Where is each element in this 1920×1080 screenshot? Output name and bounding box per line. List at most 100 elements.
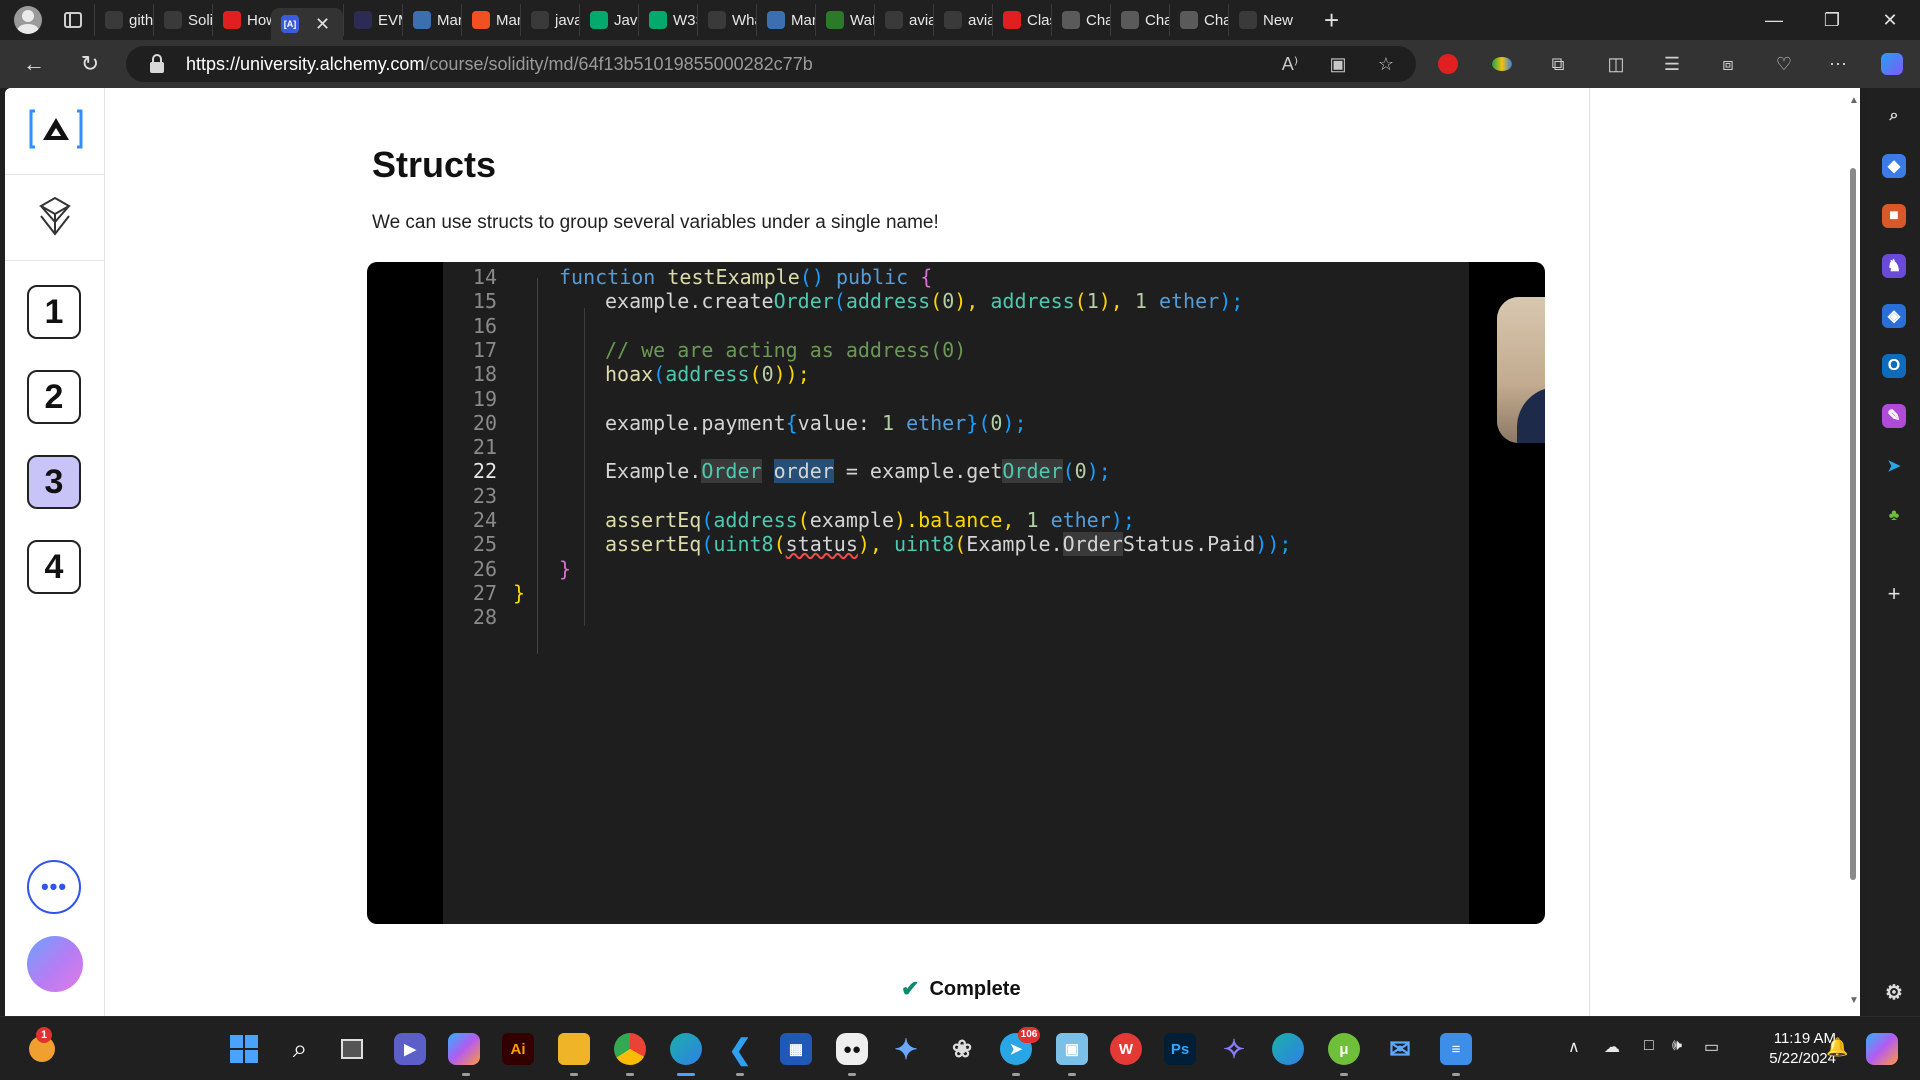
browser-tab[interactable]: Marp <box>461 4 520 36</box>
copilot-taskbar-icon[interactable] <box>448 1033 480 1065</box>
workspaces-icon[interactable] <box>64 12 82 28</box>
task-view-icon[interactable] <box>336 1033 368 1065</box>
app-available-icon[interactable]: ▣ <box>1326 52 1350 76</box>
edge-beta-icon[interactable] <box>1272 1033 1304 1065</box>
gemini-icon[interactable]: ✧ <box>1218 1033 1250 1065</box>
browser-tab[interactable]: Java <box>579 4 638 36</box>
address-bar[interactable]: https://university.alchemy.com/course/so… <box>126 46 1416 82</box>
sidebar-settings-icon[interactable]: ⚙ <box>1882 980 1906 1004</box>
edge-icon[interactable] <box>670 1033 702 1065</box>
browser-tab[interactable]: Solid <box>153 4 212 36</box>
ethereum-hex-icon[interactable] <box>39 196 71 236</box>
browser-tab[interactable]: githu <box>94 4 153 36</box>
close-window-icon[interactable]: ✕ <box>1862 0 1918 40</box>
browser-tab[interactable]: Marp <box>756 4 815 36</box>
browser-tab[interactable]: Marp <box>402 4 461 36</box>
minimize-icon[interactable]: — <box>1746 0 1802 40</box>
browser-tab[interactable]: EVM <box>343 4 402 36</box>
scrollbar-thumb[interactable] <box>1850 168 1856 880</box>
step-4-button[interactable]: 4 <box>27 540 81 594</box>
scroll-down-arrow[interactable]: ▼ <box>1849 996 1859 1006</box>
chevron-up-icon[interactable]: ∧ <box>1568 1037 1580 1057</box>
games-icon[interactable]: ♞ <box>1882 254 1906 278</box>
alchemy-logo[interactable] <box>29 108 83 150</box>
browser-tab[interactable]: [A] ✕ <box>271 8 343 40</box>
add-sidebar-app-icon[interactable]: + <box>1882 581 1906 606</box>
extension-colorful-icon[interactable] <box>1490 52 1514 76</box>
browser-tab[interactable]: javas <box>520 4 579 36</box>
more-options-button[interactable]: ••• <box>27 860 81 914</box>
volume-icon[interactable]: 🕪 <box>1672 1037 1682 1055</box>
close-tab-icon[interactable]: ✕ <box>315 14 330 35</box>
adblock-extension-icon[interactable] <box>1436 52 1460 76</box>
browser-tab[interactable]: Wat <box>815 4 874 36</box>
read-aloud-icon[interactable]: A⁾ <box>1278 52 1302 76</box>
onedrive-cloud-icon[interactable]: ☁ <box>1604 1037 1620 1057</box>
notepad-icon[interactable]: ≡ <box>1440 1033 1472 1065</box>
snipping-tool-icon[interactable]: ▣ <box>1056 1033 1088 1065</box>
browser-tab[interactable]: Chat <box>1110 4 1169 36</box>
step-3-button[interactable]: 3 <box>27 455 81 509</box>
browser-tab[interactable]: Wha <box>697 4 756 36</box>
toolbox-icon[interactable]: ■ <box>1882 204 1906 228</box>
browser-tab[interactable]: Chat <box>1051 4 1110 36</box>
browser-tab[interactable]: aviat <box>874 4 933 36</box>
copilot-icon[interactable] <box>1880 52 1904 76</box>
system-clock[interactable]: 11:19 AM 5/22/2024 <box>1736 1029 1836 1069</box>
copilot-pre-icon[interactable] <box>1866 1033 1898 1065</box>
url-text[interactable]: https://university.alchemy.com/course/so… <box>186 54 813 75</box>
network-icon[interactable]: □ <box>1644 1037 1654 1055</box>
illustrator-icon[interactable]: Ai <box>502 1033 534 1065</box>
shopping-tag-icon[interactable]: ◆ <box>1882 154 1906 178</box>
browser-tab[interactable]: aviat <box>933 4 992 36</box>
search-icon[interactable]: ⌕ <box>1882 104 1906 128</box>
favorite-star-icon[interactable]: ☆ <box>1374 52 1398 76</box>
new-tab-button[interactable]: + <box>1324 5 1339 36</box>
refresh-icon[interactable]: ↻ <box>70 44 110 84</box>
tree-icon[interactable]: ♣ <box>1882 504 1906 528</box>
file-explorer-icon[interactable] <box>558 1033 590 1065</box>
battery-icon[interactable]: ▭ <box>1704 1037 1719 1057</box>
browser-tab[interactable]: Chat <box>1169 4 1228 36</box>
sparkle-ai-icon[interactable]: ✦ <box>890 1033 922 1065</box>
search-icon[interactable]: ⌕ <box>284 1033 316 1065</box>
outlook-icon[interactable]: O <box>1882 354 1906 378</box>
telegram-icon[interactable]: ➤ 106 <box>1000 1027 1040 1065</box>
settings-more-icon[interactable]: ⋯ <box>1826 52 1850 76</box>
photoshop-icon[interactable]: Ps <box>1164 1033 1196 1065</box>
browser-tab[interactable]: Clas <box>992 4 1051 36</box>
chrome-icon[interactable] <box>614 1033 646 1065</box>
start-windows-icon[interactable] <box>228 1033 260 1065</box>
step-2-button[interactable]: 2 <box>27 370 81 424</box>
extensions-icon[interactable]: ⧉ <box>1546 52 1570 76</box>
profile-icon[interactable] <box>14 6 42 34</box>
scroll-up-arrow[interactable]: ▲ <box>1849 96 1859 106</box>
collections-icon[interactable]: ⧈ <box>1716 52 1740 76</box>
back-icon[interactable]: ← <box>14 44 54 84</box>
wps-office-icon[interactable]: W <box>1110 1033 1142 1065</box>
split-screen-icon[interactable]: ◫ <box>1604 52 1628 76</box>
browser-tab[interactable]: How <box>212 4 271 36</box>
browser-tab[interactable]: New <box>1228 4 1308 36</box>
restore-icon[interactable]: ❐ <box>1804 0 1860 40</box>
designer-icon[interactable]: ✎ <box>1882 404 1906 428</box>
lock-icon[interactable] <box>150 53 164 73</box>
weather-widget-icon[interactable]: 1 <box>26 1027 58 1065</box>
user-avatar[interactable] <box>27 936 83 992</box>
teams-meet-icon[interactable]: ▶ <box>394 1033 426 1065</box>
favorites-icon[interactable]: ☰ <box>1660 52 1684 76</box>
mail-icon[interactable]: ✉ <box>1384 1033 1416 1065</box>
copilot-app-icon[interactable]: ◈ <box>1882 304 1906 328</box>
telegram-send-icon[interactable]: ➤ <box>1882 454 1906 478</box>
chatbot-app-icon[interactable]: ●● <box>836 1033 868 1065</box>
browser-tab[interactable]: W3S <box>638 4 697 36</box>
complete-button[interactable]: ✔ Complete <box>901 976 1021 1002</box>
lesson-video[interactable]: 14 function testExample() public {15 examp… <box>367 262 1545 924</box>
utorrent-icon[interactable]: μ <box>1328 1033 1360 1065</box>
notification-bell-icon[interactable]: 🔔 <box>1826 1037 1848 1058</box>
chatgpt-icon[interactable]: ❀ <box>946 1033 978 1065</box>
store-icon[interactable]: ▦ <box>780 1033 812 1065</box>
browser-essentials-icon[interactable]: ♡ <box>1772 52 1796 76</box>
step-1-button[interactable]: 1 <box>27 285 81 339</box>
vscode-icon[interactable]: ❮ <box>724 1033 756 1065</box>
